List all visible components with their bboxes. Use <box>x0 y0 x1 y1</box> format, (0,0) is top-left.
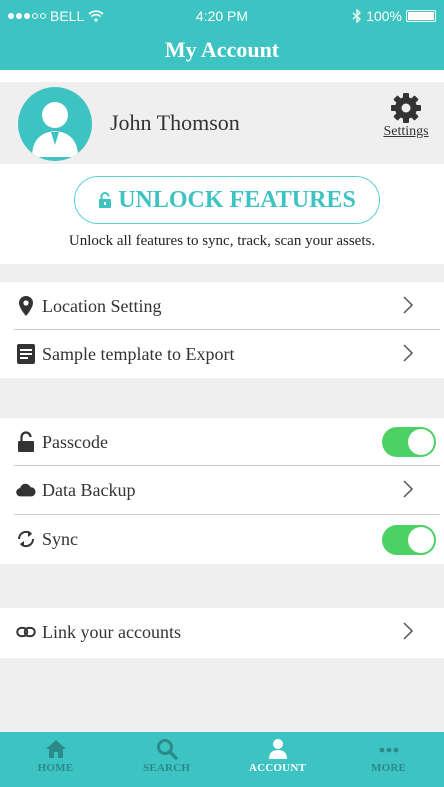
unlock-description: Unlock all features to sync, track, scan… <box>68 233 376 249</box>
sync-toggle[interactable] <box>382 525 436 555</box>
home-icon <box>45 740 66 758</box>
tab-account-label: ACCOUNT <box>248 762 306 774</box>
search-icon <box>156 739 178 760</box>
location-setting-label: Location Setting <box>42 295 162 316</box>
sync-row: Sync <box>0 515 444 563</box>
unlock-button-label: UNLOCK FEATURES <box>118 186 356 213</box>
passcode-row: Passcode <box>0 418 444 466</box>
unlock-features-button[interactable]: UNLOCK FEATURES <box>74 176 380 224</box>
tab-bar: HOME SEARCH ACCOUNT MORE <box>0 732 444 787</box>
settings-label: Settings <box>383 124 429 139</box>
sync-label: Sync <box>42 528 78 549</box>
user-icon <box>268 739 287 759</box>
bluetooth-icon <box>352 9 362 23</box>
gear-icon <box>391 93 421 123</box>
section-gap <box>0 564 444 608</box>
location-pin-icon <box>16 295 36 317</box>
data-backup-label: Data Backup <box>42 479 136 500</box>
tab-search[interactable]: SEARCH <box>111 732 222 787</box>
bottom-spacer <box>0 658 444 732</box>
document-icon <box>16 343 36 365</box>
user-avatar-icon <box>32 102 78 157</box>
tab-home[interactable]: HOME <box>0 732 111 787</box>
location-setting-row[interactable]: Location Setting <box>0 282 444 330</box>
sync-icon <box>16 528 36 550</box>
more-icon <box>379 747 398 753</box>
tab-account[interactable]: ACCOUNT <box>222 732 333 787</box>
cloud-icon <box>16 479 36 501</box>
battery-percent: 100% <box>366 8 402 24</box>
link-icon <box>16 621 36 643</box>
battery-icon <box>406 10 436 22</box>
chevron-right-icon <box>403 622 414 640</box>
unlock-icon <box>16 431 36 453</box>
status-bar: BELL 4:20 PM 100% <box>0 0 444 34</box>
link-accounts-row[interactable]: Link your accounts <box>0 608 444 656</box>
passcode-label: Passcode <box>42 431 108 452</box>
tab-home-label: HOME <box>37 762 74 774</box>
battery-info: 100% <box>352 8 436 24</box>
chevron-right-icon <box>403 480 414 498</box>
profile-section: John Thomson Settings <box>0 82 444 164</box>
sample-template-label: Sample template to Export <box>42 343 235 364</box>
data-backup-row[interactable]: Data Backup <box>0 466 444 514</box>
chevron-right-icon <box>403 344 414 362</box>
page-title: My Account <box>0 34 444 70</box>
tab-search-label: SEARCH <box>142 762 191 774</box>
chevron-right-icon <box>403 296 414 314</box>
section-gap <box>0 264 444 282</box>
passcode-toggle[interactable] <box>382 427 436 457</box>
lock-icon <box>99 192 112 208</box>
sample-template-row[interactable]: Sample template to Export <box>0 330 444 378</box>
avatar[interactable] <box>18 87 92 161</box>
settings-button[interactable]: Settings <box>376 90 436 160</box>
user-name: John Thomson <box>110 110 240 135</box>
tab-more[interactable]: MORE <box>333 732 444 787</box>
link-accounts-label: Link your accounts <box>42 621 181 642</box>
tab-more-label: MORE <box>370 762 407 774</box>
